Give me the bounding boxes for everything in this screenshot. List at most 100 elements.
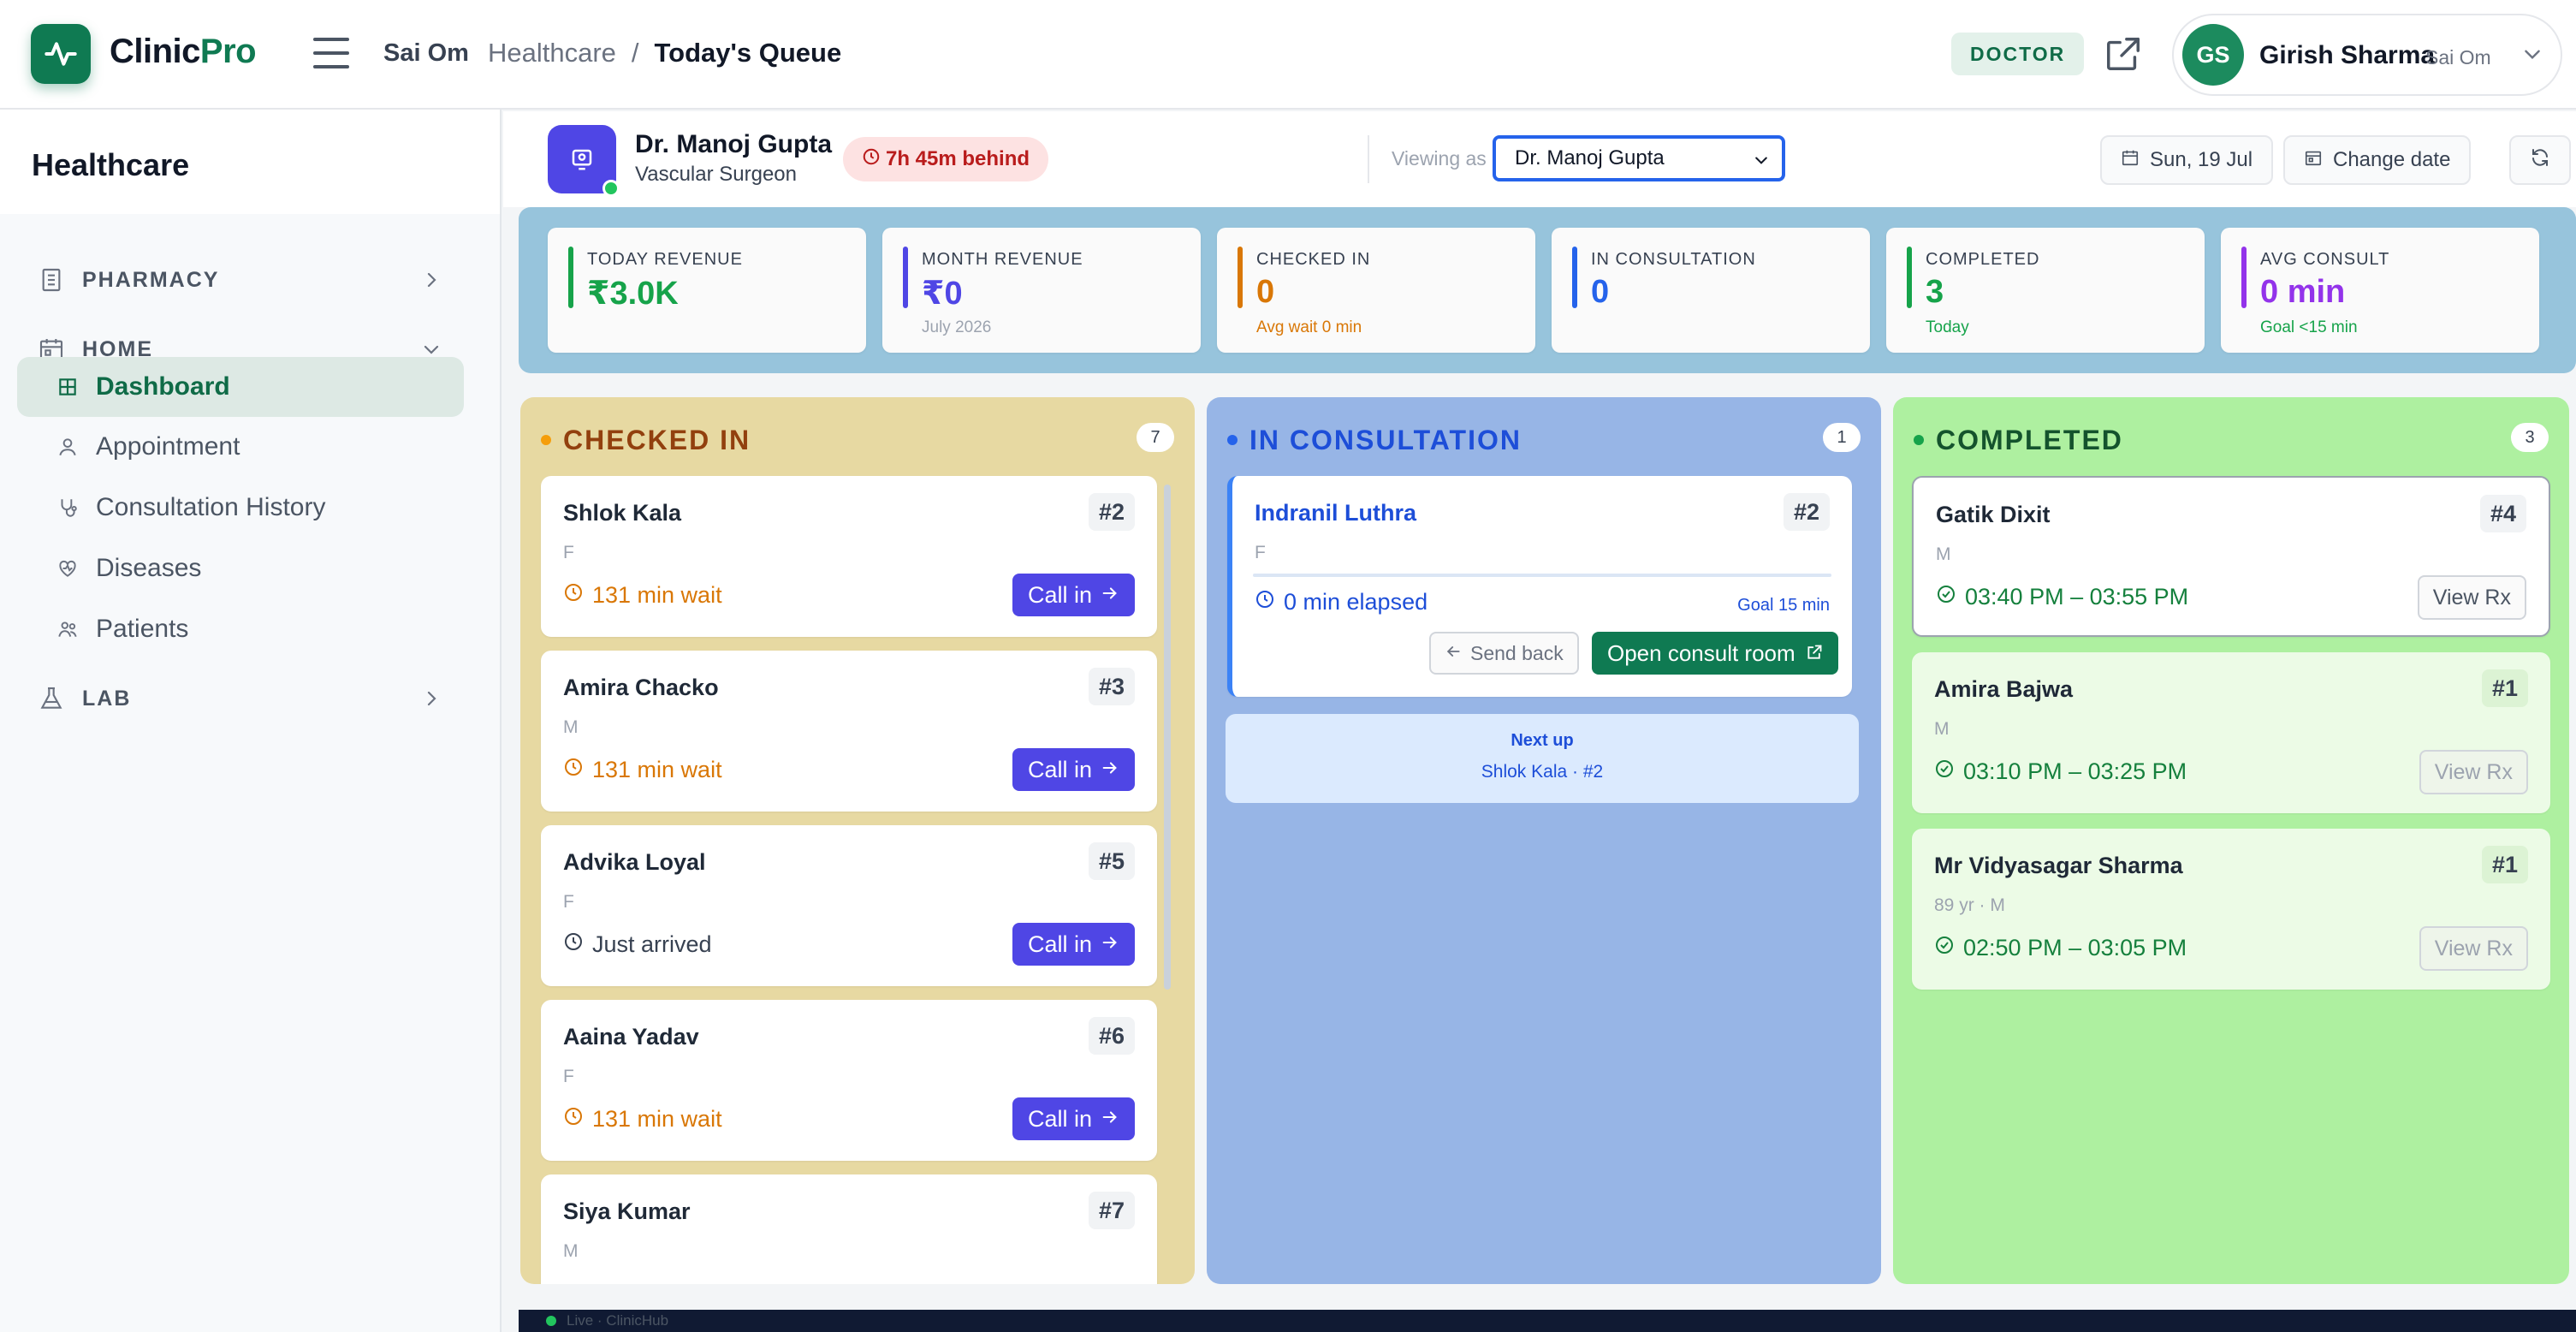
doctor-name: Dr. Manoj Gupta xyxy=(635,130,833,158)
stat-month-revenue: MONTH REVENUE ₹0 July 2026 xyxy=(882,228,1201,353)
stat-value: ₹3.0K xyxy=(587,276,679,312)
user-name: Girish Sharma xyxy=(2259,41,2436,69)
arrow-right-icon xyxy=(1101,757,1119,783)
refresh-button[interactable] xyxy=(2509,135,2571,185)
sidebar-section-pharmacy[interactable]: PHARMACY xyxy=(17,254,464,306)
sidebar-item-patients[interactable]: Patients xyxy=(17,599,464,659)
stat-value: 3 xyxy=(1926,274,1944,310)
sidebar-item-dashboard[interactable]: Dashboard xyxy=(17,357,464,417)
arrow-right-icon xyxy=(1101,582,1119,609)
patient-name: Amira Bajwa xyxy=(1934,676,2074,702)
date-label: Sun, 19 Jul xyxy=(2150,148,2253,171)
date-button[interactable]: Sun, 19 Jul xyxy=(2100,135,2274,185)
column-title: COMPLETED xyxy=(1936,424,2123,455)
menu-icon[interactable] xyxy=(313,38,349,68)
users-icon xyxy=(56,618,79,640)
sidebar-item-appointment[interactable]: Appointment xyxy=(17,417,464,477)
viewing-as-label: Viewing as xyxy=(1392,147,1487,169)
doctor-bar: Dr. Manoj Gupta Vascular Surgeon 7h 45m … xyxy=(503,111,2576,207)
goal-text: Goal 15 min xyxy=(1737,596,1830,615)
column-header: CHECKED IN xyxy=(541,421,751,459)
status-dot xyxy=(541,435,551,445)
stats-row: TODAY REVENUE ₹3.0K MONTH REVENUE ₹0 Jul… xyxy=(519,207,2576,373)
stat-label: MONTH REVENUE xyxy=(922,250,1083,269)
doctor-select-value: Dr. Manoj Gupta xyxy=(1515,146,1665,169)
breadcrumb-separator: / xyxy=(631,38,639,68)
stat-accent-bar xyxy=(2241,247,2247,308)
call-in-button[interactable]: Call in xyxy=(1012,574,1135,616)
queue-card[interactable]: Advika Loyal #5 F Just arrived Call in xyxy=(541,825,1157,986)
sidebar-section-lab[interactable]: LAB xyxy=(17,673,464,724)
stat-label: COMPLETED xyxy=(1926,250,2040,269)
view-rx-button[interactable]: View Rx xyxy=(2417,575,2526,620)
consult-progress-track xyxy=(1253,574,1831,577)
change-date-button[interactable]: Change date xyxy=(2283,135,2472,185)
check-circle-icon xyxy=(1934,758,1955,785)
stat-label: CHECKED IN xyxy=(1256,250,1371,269)
patient-name: Indranil Luthra xyxy=(1255,500,1416,526)
grid-icon xyxy=(56,376,79,398)
consult-time-text: 03:10 PM – 03:25 PM xyxy=(1963,758,2187,784)
stat-accent-bar xyxy=(1907,247,1912,308)
chevron-down-icon xyxy=(1753,151,1770,168)
arrow-right-icon xyxy=(1101,1106,1119,1133)
divider xyxy=(1368,135,1369,183)
wait-text: 131 min wait xyxy=(592,582,722,608)
brand-name[interactable]: ClinicPro xyxy=(110,33,257,71)
queue-card[interactable]: Aaina Yadav #6 F 131 min wait Call in xyxy=(541,1000,1157,1161)
arrow-right-icon xyxy=(1101,931,1119,958)
view-rx-button[interactable]: View Rx xyxy=(2419,926,2528,971)
user-menu[interactable]: GS Girish Sharma Sai Om xyxy=(2172,14,2562,96)
external-link-icon[interactable] xyxy=(2104,34,2143,74)
column-count: 3 xyxy=(2511,423,2549,452)
logo-pulse-icon[interactable] xyxy=(31,24,91,84)
doctor-select[interactable]: Dr. Manoj Gupta xyxy=(1493,135,1785,181)
send-back-button[interactable]: Send back xyxy=(1429,632,1579,675)
sidebar-item-consultation-history[interactable]: Consultation History xyxy=(17,478,464,538)
queue-card[interactable]: Siya Kumar #7 M xyxy=(541,1174,1157,1284)
token-number: #5 xyxy=(1088,842,1135,880)
column-count: 1 xyxy=(1823,423,1861,452)
clock-icon xyxy=(563,1106,584,1133)
user-org: Sai Om xyxy=(2425,46,2491,68)
completed-card[interactable]: Mr Vidyasagar Sharma #1 89 yr · M 02:50 … xyxy=(1912,829,2550,990)
elapsed-text: 0 min elapsed xyxy=(1284,589,1428,615)
open-consult-room-button[interactable]: Open consult room xyxy=(1592,632,1838,675)
patient-meta: M xyxy=(563,1241,579,1261)
stat-sub: Goal <15 min xyxy=(2260,318,2358,336)
column-count: 7 xyxy=(1137,423,1174,452)
stat-accent-bar xyxy=(1238,247,1243,308)
building-icon xyxy=(38,266,65,294)
sidebar-item-diseases[interactable]: Diseases xyxy=(17,538,464,598)
wait-text: 131 min wait xyxy=(592,757,722,782)
brand-suffix: Pro xyxy=(199,33,257,70)
queue-card[interactable]: Amira Chacko #3 M 131 min wait Call in xyxy=(541,651,1157,812)
completed-card[interactable]: Amira Bajwa #1 M 03:10 PM – 03:25 PM Vie… xyxy=(1912,652,2550,813)
status-dot xyxy=(1914,435,1924,445)
breadcrumb-item-healthcare[interactable]: Healthcare xyxy=(488,38,616,68)
stat-accent-bar xyxy=(1572,247,1577,308)
consult-card[interactable]: Indranil Luthra #2 F 0 min elapsed Goal … xyxy=(1227,476,1852,697)
sidebar-section-label: LAB xyxy=(82,686,132,711)
next-up-panel: Next up Shlok Kala · #2 xyxy=(1226,714,1859,803)
behind-schedule-badge: 7h 45m behind xyxy=(843,137,1049,181)
column-title: CHECKED IN xyxy=(563,424,751,455)
scrollbar-thumb[interactable] xyxy=(1164,485,1171,990)
wait-time: 131 min wait xyxy=(563,1106,722,1133)
queue-card[interactable]: Shlok Kala #2 F 131 min wait Call in xyxy=(541,476,1157,637)
call-in-button[interactable]: Call in xyxy=(1012,1097,1135,1140)
call-in-button[interactable]: Call in xyxy=(1012,748,1135,791)
check-circle-icon xyxy=(1936,584,1956,610)
stat-sub: Today xyxy=(1926,318,1969,336)
call-in-button[interactable]: Call in xyxy=(1012,923,1135,966)
view-rx-button[interactable]: View Rx xyxy=(2419,750,2528,794)
flask-icon xyxy=(38,685,65,712)
arrow-left-icon xyxy=(1445,642,1462,665)
wait-text: Just arrived xyxy=(592,931,712,957)
sidebar-section-label: PHARMACY xyxy=(82,267,220,292)
completed-card[interactable]: Gatik Dixit #4 M 03:40 PM – 03:55 PM Vie… xyxy=(1912,476,2550,637)
consult-time: 03:10 PM – 03:25 PM xyxy=(1934,758,2187,785)
clock-icon xyxy=(862,147,881,172)
stat-checked-in: CHECKED IN 0 Avg wait 0 min xyxy=(1217,228,1535,353)
token-number: #6 xyxy=(1088,1017,1135,1055)
